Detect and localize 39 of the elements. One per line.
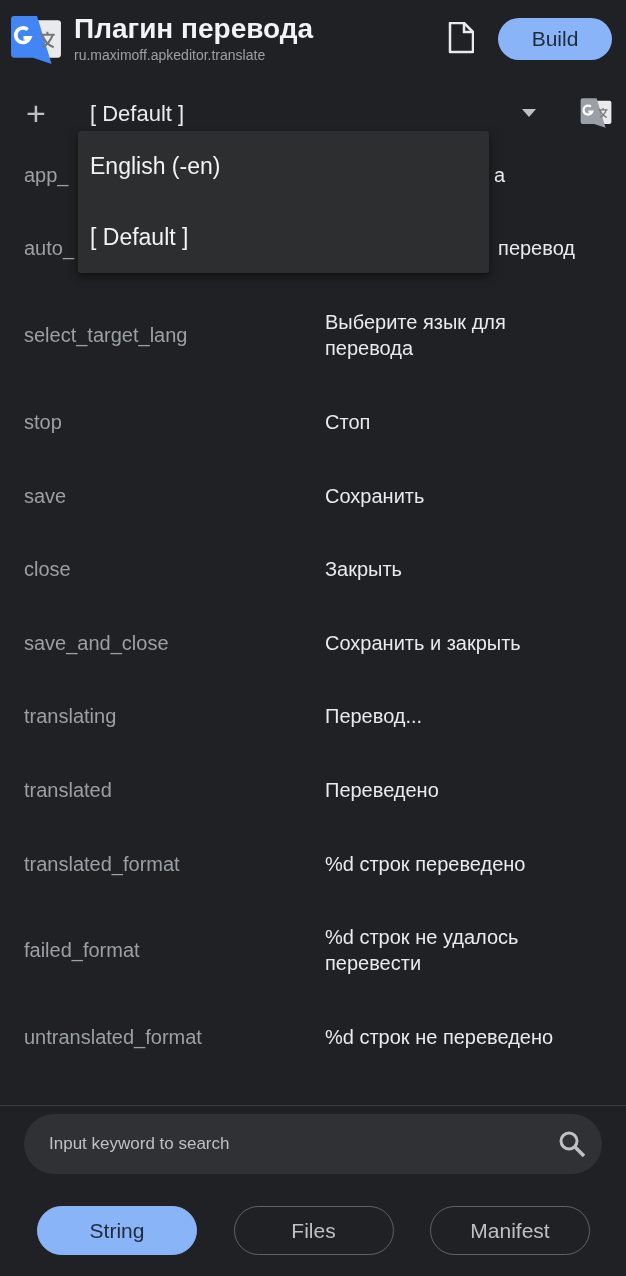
add-button[interactable]: + bbox=[22, 96, 50, 130]
string-key: translated bbox=[24, 774, 325, 805]
string-key: translated_format bbox=[24, 848, 325, 879]
string-value: Перевод... bbox=[325, 704, 424, 730]
search-bar[interactable]: Input keyword to search bbox=[24, 1114, 602, 1174]
string-value: Сохранить и закрыть bbox=[325, 630, 522, 656]
build-button[interactable]: Build bbox=[498, 18, 612, 60]
string-key: untranslated_format bbox=[24, 1022, 325, 1053]
menu-item[interactable]: English (-en) bbox=[78, 131, 489, 202]
string-value: Стоп bbox=[325, 410, 372, 435]
string-key: stop bbox=[24, 407, 325, 437]
string-value: Переведено bbox=[325, 777, 440, 803]
string-value: перевод bbox=[498, 236, 575, 262]
menu-item[interactable]: [ Default ] bbox=[78, 202, 489, 273]
search-field[interactable]: Input keyword to search bbox=[47, 1130, 558, 1158]
string-key: save_and_close bbox=[24, 627, 325, 658]
tab[interactable]: String bbox=[37, 1206, 197, 1255]
string-value: %d строк переведено bbox=[325, 851, 527, 877]
string-value: Закрыть bbox=[325, 557, 404, 583]
string-key: app_ bbox=[24, 159, 69, 190]
string-value: %d строк не переведено bbox=[325, 1025, 555, 1051]
translate-icon bbox=[10, 14, 62, 66]
app-title: Плагин перевода bbox=[74, 14, 315, 45]
file-icon[interactable] bbox=[448, 22, 474, 54]
package-name: ru.maximoff.apkeditor.translate bbox=[74, 45, 267, 65]
search-icon[interactable] bbox=[558, 1130, 586, 1158]
string-key: failed_format bbox=[24, 935, 325, 966]
dropdown-caret-icon[interactable] bbox=[522, 109, 536, 117]
string-key: translating bbox=[24, 701, 325, 732]
string-key: save bbox=[24, 480, 325, 511]
string-value: Сохранить bbox=[325, 483, 426, 509]
translate-icon[interactable] bbox=[580, 97, 612, 129]
string-key: select_target_lang bbox=[24, 320, 325, 351]
string-value: Выберите язык для перевода bbox=[325, 310, 507, 362]
language-dropdown[interactable]: [ Default ] bbox=[90, 96, 522, 130]
string-key: auto_ bbox=[24, 233, 75, 264]
string-value: %d строк не удалось перевести bbox=[325, 925, 520, 977]
string-value: а bbox=[493, 162, 505, 188]
string-key: close bbox=[24, 554, 325, 585]
